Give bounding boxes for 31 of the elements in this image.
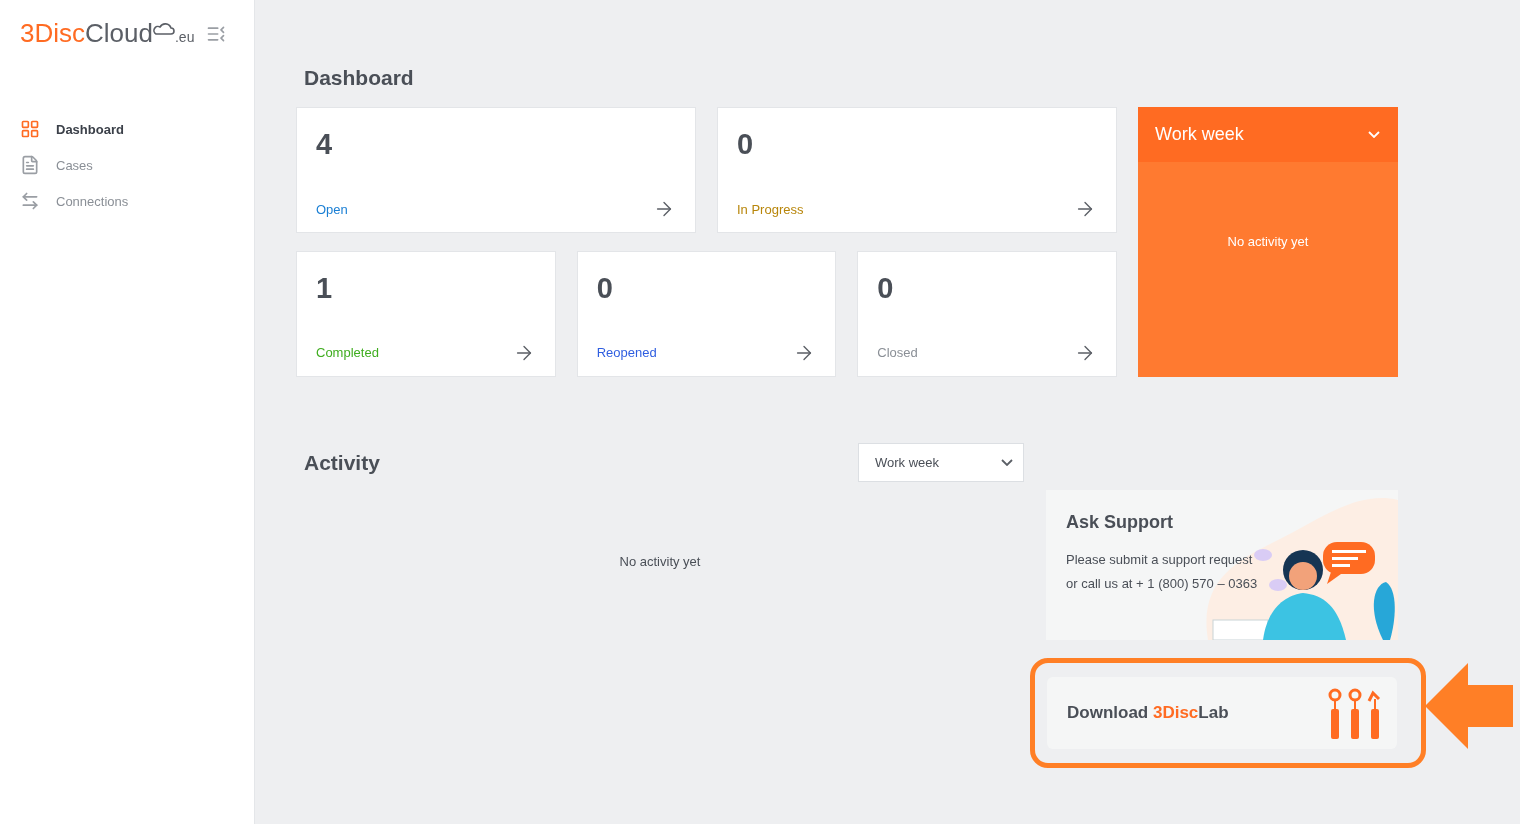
stat-count: 0	[596, 271, 614, 305]
stat-label: Closed	[877, 345, 918, 360]
chevron-down-icon	[1001, 459, 1013, 466]
arrows-icon	[20, 191, 40, 211]
stat-count: 0	[737, 128, 755, 161]
grid-icon	[20, 119, 40, 139]
period-select[interactable]: Work week	[858, 443, 1024, 482]
stat-card[interactable]: 4 Open	[296, 107, 696, 233]
stat-label: Reopened	[596, 345, 657, 360]
stat-count: 1	[316, 271, 334, 305]
section-title: Activity	[304, 450, 380, 475]
stat-label: In Progress	[737, 201, 804, 217]
stat-label: Completed	[316, 345, 379, 360]
stat-card[interactable]: 0 Closed	[857, 250, 1117, 377]
support-title: Ask Support	[1066, 512, 1174, 533]
stat-card[interactable]: 1 Completed	[296, 250, 556, 377]
collapse-sidebar-icon[interactable]	[206, 23, 227, 44]
stat-card[interactable]: 0 Reopened	[576, 250, 837, 377]
stat-count: 4	[316, 128, 334, 161]
download-card[interactable]: Download 3DiscLab	[1047, 677, 1397, 749]
sidebar-item[interactable]: Dashboard	[20, 119, 254, 139]
support-text: Please submit a support request or call us at + 1 (800) 570 – 0363	[1066, 551, 1259, 593]
logo: 3DiscCloud .eu	[20, 18, 195, 49]
stat-count: 0	[877, 271, 895, 305]
section-title: Dashboard	[304, 66, 415, 90]
chevron-down-icon	[1368, 131, 1380, 138]
empty-message: No activity yet	[1226, 234, 1310, 249]
stat-card[interactable]: 0 In Progress	[717, 107, 1117, 233]
stat-label: Open	[316, 201, 348, 217]
empty-message: No activity yet	[618, 554, 702, 569]
document-icon	[20, 155, 40, 175]
